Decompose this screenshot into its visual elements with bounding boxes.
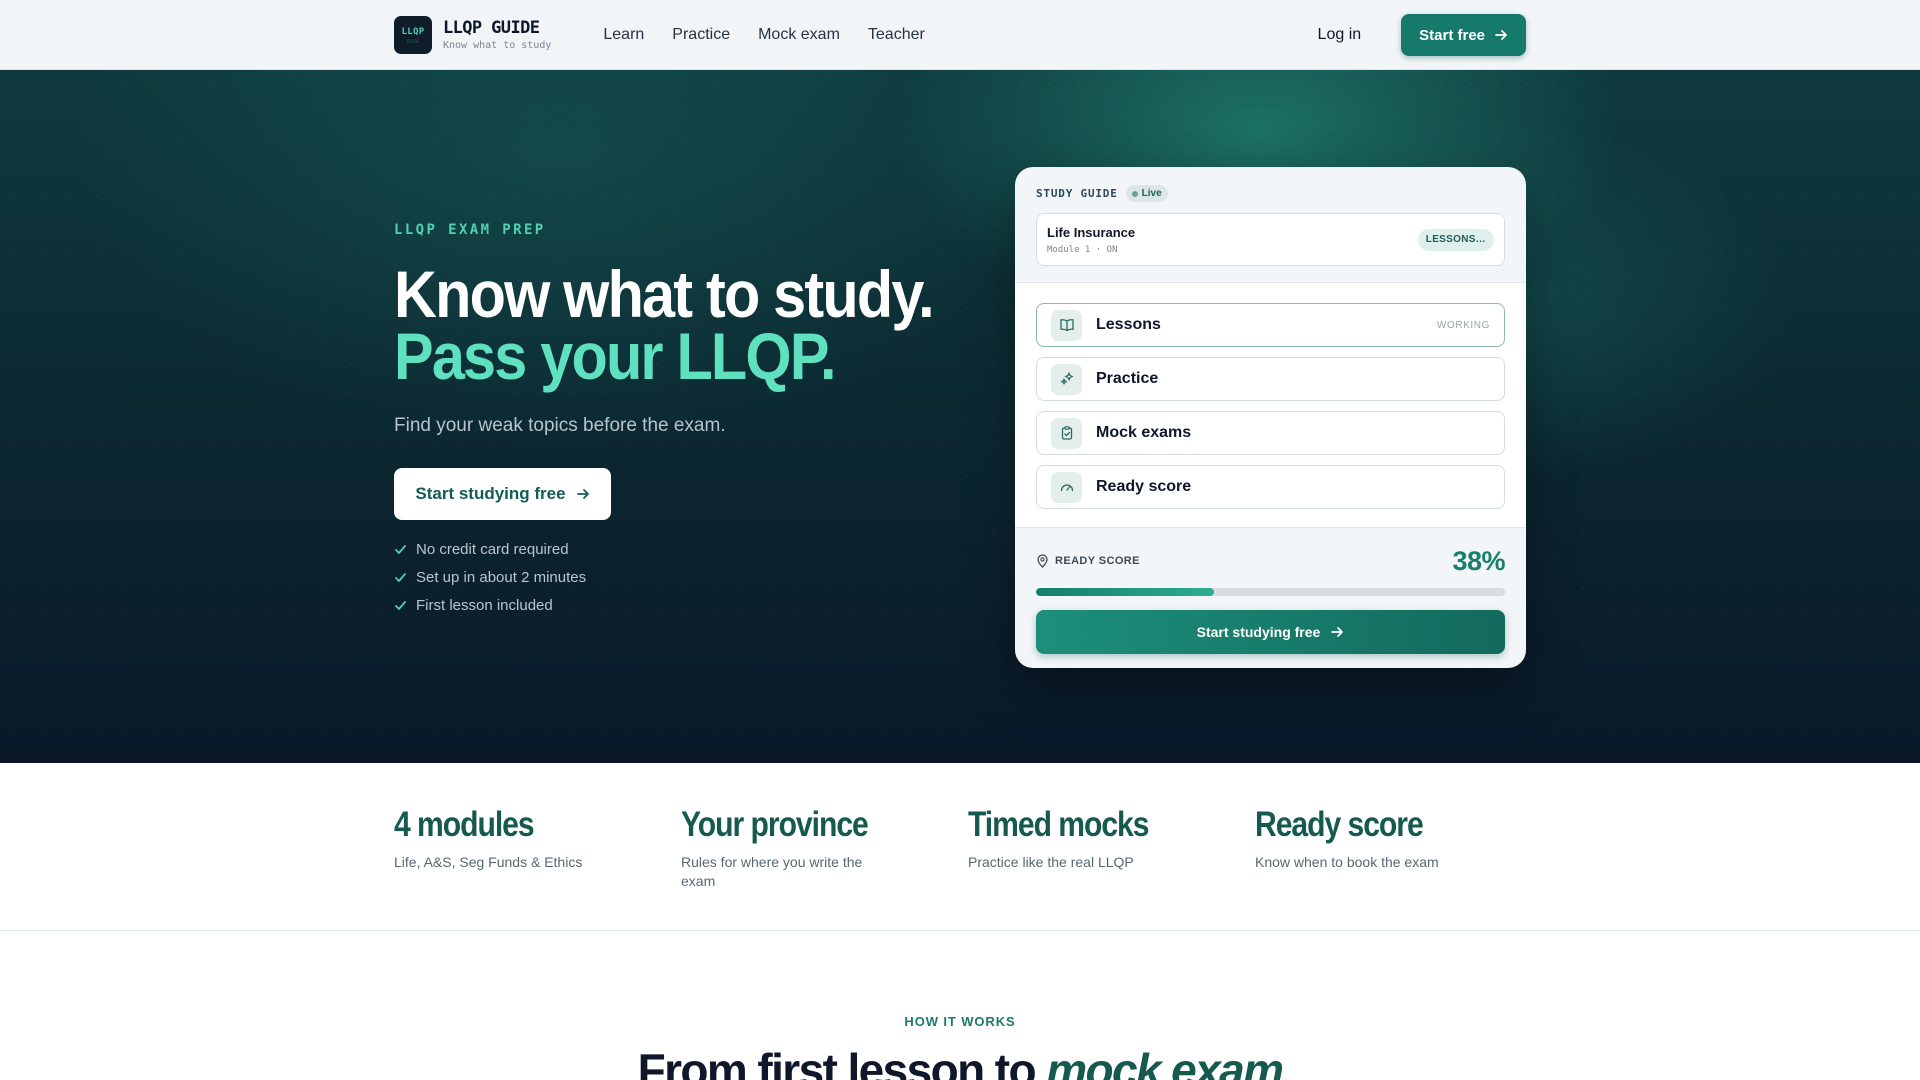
nav-links: Learn Practice Mock exam Teacher [603,26,952,44]
card-label-row: STUDY GUIDE Live [1036,185,1505,202]
how-it-works-section: HOW IT WORKS From first lesson to mock e… [0,931,1920,1080]
login-link[interactable]: Log in [1318,26,1362,44]
stat-title: Ready score [1255,805,1424,844]
nav-link-learn[interactable]: Learn [603,26,644,44]
nav-actions: Log in Start free [1318,14,1526,56]
study-guide-card: STUDY GUIDE Live Life Insurance Module 1… [1015,167,1526,668]
step-label: Lessons [1096,316,1161,333]
stat-item: Ready score Know when to book the exam [1255,805,1475,872]
arrow-right-icon [1495,30,1507,40]
hero-eyebrow: LLQP EXAM PREP [394,222,546,238]
live-badge-label: Live [1141,188,1162,199]
ready-score-progress-bar [1036,588,1505,596]
course-info: Life Insurance Module 1 · ON [1047,225,1135,255]
gauge-icon [1051,471,1082,503]
stat-item: Your province Rules for where you write … [681,805,891,891]
benefit-list: No credit card required Set up in about … [394,535,586,619]
brand[interactable]: LLQP GUIDE Know what to study [443,17,552,51]
step-status: WORKING [1436,319,1490,331]
nav-link-teacher[interactable]: Teacher [868,26,925,44]
hero-headline-line1: Know what to study. [394,257,935,331]
stat-item: 4 modules Life, A&S, Seg Funds & Ethics [394,805,614,872]
check-icon [395,600,406,610]
ready-score-label: READY SCORE [1055,555,1140,567]
course-selector[interactable]: Life Insurance Module 1 · ON LESSONS… [1036,213,1505,266]
step-row-mock-exams[interactable]: Mock exams [1036,411,1505,455]
step-label: Mock exams [1096,424,1192,441]
benefit-text: Set up in about 2 minutes [416,568,587,586]
benefit-item: Set up in about 2 minutes [394,563,586,591]
top-nav: LLQP GUIDE LLQP GUIDE Know what to study… [0,0,1920,70]
arrow-right-icon [1331,627,1344,637]
step-label: Ready score [1096,478,1192,495]
stats-section: 4 modules Life, A&S, Seg Funds & Ethics … [0,763,1920,931]
stat-description: Life, A&S, Seg Funds & Ethics [394,854,583,870]
benefit-text: No credit card required [416,540,569,558]
course-status-badge: LESSONS… [1417,228,1494,251]
brand-name: LLQP GUIDE [443,17,540,38]
stat-title: Your province [681,805,869,844]
stat-description: Know when to book the exam [1255,854,1439,870]
arrow-right-icon [576,489,589,499]
hero-subheadline: Find your weak topics before the exam. [394,415,726,436]
benefit-text: First lesson included [416,596,553,614]
nav-link-practice[interactable]: Practice [672,26,730,44]
start-studying-button[interactable]: Start studying free [394,468,611,520]
step-row-lessons[interactable]: Lessons WORKING [1036,303,1505,347]
hero-dot-pattern [0,70,1920,763]
clipboard-check-icon [1051,417,1082,449]
brand-tagline: Know what to study [443,39,552,51]
how-eyebrow: HOW IT WORKS [904,1014,1016,1029]
course-meta: Module 1 · ON [1047,244,1118,255]
check-icon [395,572,406,582]
start-free-label: Start free [1419,26,1485,44]
logo-subtext: GUIDE [406,38,420,44]
ready-score-value: 38% [1452,545,1505,576]
ready-score-panel: READY SCORE 38% Start studying free [1015,528,1526,654]
course-title: Life Insurance [1047,224,1136,240]
benefit-item: No credit card required [394,535,586,563]
how-title-start: From first lesson to [637,1044,1047,1080]
ready-score-progress-fill [1036,588,1215,596]
stat-title: Timed mocks [968,805,1150,844]
card-header: STUDY GUIDE Live Life Insurance Module 1… [1015,167,1526,283]
how-title: From first lesson to mock exam [0,1043,1920,1080]
nav-link-mock-exam[interactable]: Mock exam [758,26,840,44]
start-free-button[interactable]: Start free [1401,14,1526,56]
check-icon [395,544,406,554]
stat-description: Practice like the real LLQP [968,854,1134,870]
sparkle-icon [1051,363,1082,395]
logo-text: LLQP [401,26,425,37]
card-step-list: Lessons WORKING Practice Mock exams Read… [1015,283,1526,528]
step-row-ready-score[interactable]: Ready score [1036,465,1505,509]
step-row-practice[interactable]: Practice [1036,357,1505,401]
stat-title: 4 modules [394,805,535,844]
logo[interactable]: LLQP GUIDE [394,16,432,54]
stat-description: Rules for where you write the exam [681,854,863,889]
map-pin-icon [1037,554,1048,568]
book-icon [1051,309,1082,341]
card-label: STUDY GUIDE [1036,187,1118,200]
card-start-studying-label: Start studying free [1196,624,1321,640]
step-label: Practice [1096,370,1159,387]
start-studying-label: Start studying free [415,484,566,503]
how-title-emphasis: mock exam [1046,1044,1284,1080]
stat-item: Timed mocks Practice like the real LLQP [968,805,1188,872]
hero-section: LLQP EXAM PREP Know what to study. Pass … [0,70,1920,763]
card-start-studying-button[interactable]: Start studying free [1036,610,1505,654]
hero-headline-line2: Pass your LLQP. [394,319,836,393]
live-dot-icon [1131,190,1138,197]
benefit-item: First lesson included [394,591,586,619]
live-badge: Live [1125,185,1168,202]
ready-score-row: READY SCORE 38% [1036,546,1505,576]
hero-headline: Know what to study. Pass your LLQP. [394,257,935,393]
